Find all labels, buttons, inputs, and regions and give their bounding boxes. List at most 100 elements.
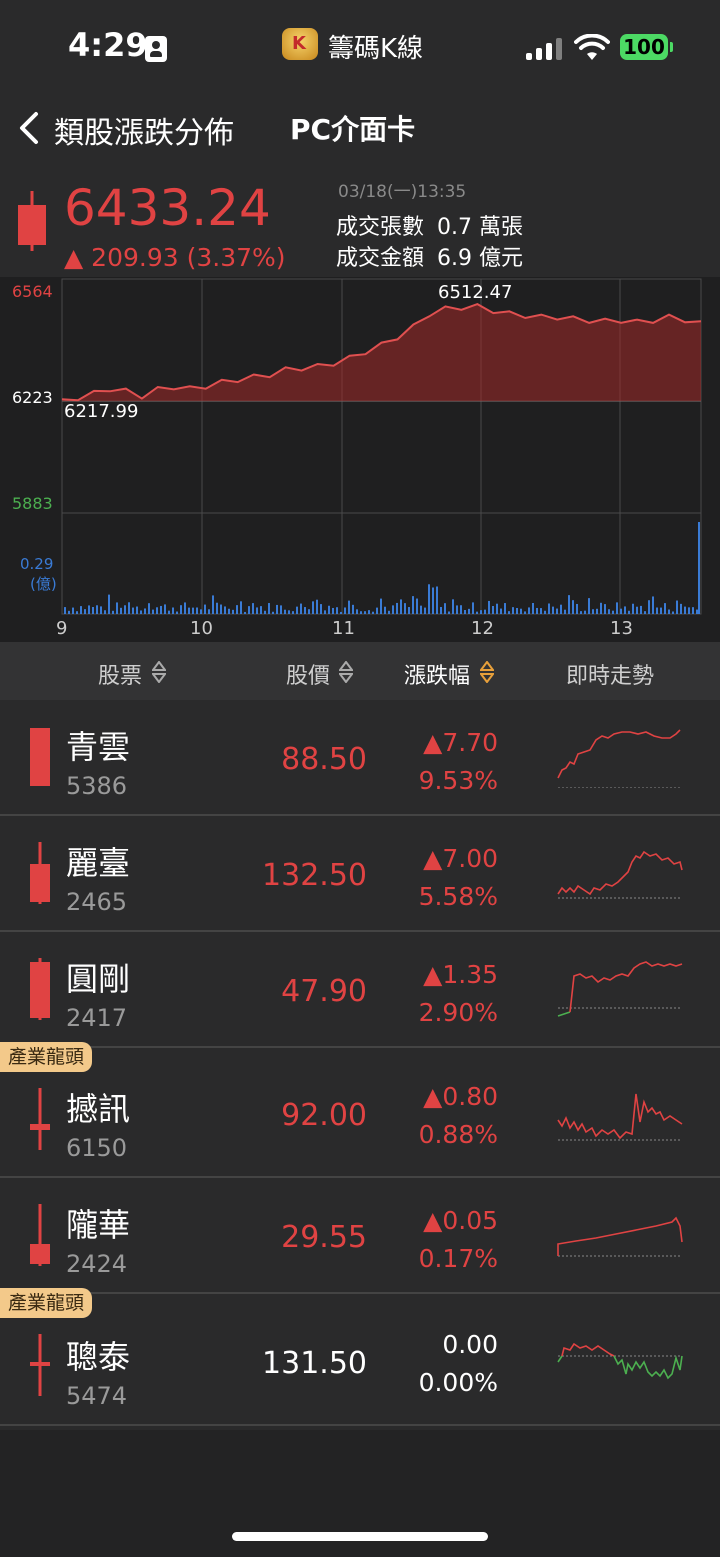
page-subtitle: PC介面卡 xyxy=(290,113,416,146)
stock-code: 2417 xyxy=(66,1004,128,1032)
app-name: 籌碼K線 xyxy=(328,34,424,64)
sort-active-icon[interactable] xyxy=(480,661,494,683)
amount-value: 6.9 億元 xyxy=(437,246,523,271)
stock-percent: 0.00% xyxy=(418,1368,498,1397)
x-tick-13: 13 xyxy=(610,618,633,639)
stock-percent: 2.90% xyxy=(418,998,498,1027)
stock-price: 88.50 xyxy=(281,742,367,777)
header-change[interactable]: 漲跌幅 xyxy=(404,658,470,690)
battery-tip xyxy=(670,42,673,52)
page-title[interactable]: 類股漲跌分佈 xyxy=(54,108,234,152)
volume-row: 成交張數 0.7 萬張 xyxy=(336,209,523,241)
sort-icon[interactable] xyxy=(152,661,166,683)
stock-name: 聰泰 xyxy=(66,1338,131,1376)
stock-name: 圓剛 xyxy=(66,960,131,998)
amount-row: 成交金額 6.9 億元 xyxy=(336,240,523,272)
x-tick-11: 11 xyxy=(332,618,355,639)
index-price: 6433.24 xyxy=(64,179,271,237)
volume-label: 成交張數 xyxy=(336,215,425,240)
stock-name: 撼訊 xyxy=(66,1090,131,1128)
status-time: 4:29 xyxy=(68,26,148,64)
sparkline xyxy=(557,850,683,899)
candle-icon xyxy=(30,1204,50,1266)
volume-tick: 0.29 xyxy=(20,555,53,573)
signal-icon xyxy=(526,38,562,60)
timestamp: 03/18(一)13:35 xyxy=(338,182,467,202)
candle-icon xyxy=(30,1088,50,1150)
sparkline xyxy=(557,1093,683,1141)
industry-leader-badge: 產業龍頭 xyxy=(0,1042,93,1072)
sort-icon[interactable] xyxy=(339,661,353,683)
stock-percent: 9.53% xyxy=(418,766,498,795)
amount-label: 成交金額 xyxy=(336,246,425,271)
status-bar: 4:29 K 籌碼K線 100 xyxy=(0,0,720,92)
header-trend: 即時走勢 xyxy=(566,664,655,689)
sparkline xyxy=(557,961,683,1017)
stock-code: 2424 xyxy=(66,1250,128,1278)
table-row[interactable]: 產業龍頭 聰泰 5474 131.50 0.00 0.00% xyxy=(0,1288,720,1426)
stock-code: 5386 xyxy=(66,772,128,800)
sparkline xyxy=(557,1216,683,1257)
candle-icon xyxy=(30,958,50,1020)
stock-code: 6150 xyxy=(66,1134,128,1162)
table-row[interactable]: 青雲 5386 88.50 ▲7.70 9.53% xyxy=(0,700,720,816)
candle-icon xyxy=(30,728,50,786)
x-tick-10: 10 xyxy=(190,618,213,639)
stock-name: 隴華 xyxy=(66,1206,131,1244)
app-logo-letter: K xyxy=(292,33,306,54)
bottom-area xyxy=(0,1430,720,1557)
candle-icon xyxy=(30,842,50,904)
stock-code: 2465 xyxy=(66,888,128,916)
intraday-chart-svg: 6564 6223 5883 0.29 (億) 6512.47 6217.99 … xyxy=(12,278,702,639)
stock-percent: 0.88% xyxy=(418,1120,498,1149)
wifi-icon xyxy=(574,34,610,60)
stock-change: ▲0.80 xyxy=(423,1082,498,1111)
candle-icon xyxy=(18,191,46,251)
table-row[interactable]: 麗臺 2465 132.50 ▲7.00 5.58% xyxy=(0,816,720,932)
table-row[interactable]: 圓剛 2417 47.90 ▲1.35 2.90% xyxy=(0,932,720,1048)
stock-percent: 5.58% xyxy=(418,882,498,911)
x-tick-9: 9 xyxy=(56,618,67,639)
app-logo-icon: K xyxy=(282,28,318,60)
table-row[interactable]: 隴華 2424 29.55 ▲0.05 0.17% xyxy=(0,1178,720,1294)
stock-name: 青雲 xyxy=(66,728,131,766)
index-change: ▲ 209.93 (3.37%) xyxy=(64,243,286,272)
stock-change: ▲7.70 xyxy=(423,728,498,757)
volume-bars xyxy=(64,522,700,614)
y-tick-high: 6564 xyxy=(12,282,53,301)
stock-price: 131.50 xyxy=(262,1346,367,1381)
index-summary: 6433.24 ▲ 209.93 (3.37%) 03/18(一)13:35 成… xyxy=(0,165,720,277)
header-stock[interactable]: 股票 xyxy=(98,658,142,690)
y-tick-low: 5883 xyxy=(12,494,53,513)
high-label: 6512.47 xyxy=(438,282,512,303)
low-label: 6217.99 xyxy=(64,401,138,422)
nav-bar: 類股漲跌分佈 PC介面卡 xyxy=(0,92,720,164)
volume-unit: (億) xyxy=(30,575,57,593)
stock-price: 92.00 xyxy=(281,1098,367,1133)
stock-name: 麗臺 xyxy=(66,844,131,882)
intraday-chart[interactable]: 6564 6223 5883 0.29 (億) 6512.47 6217.99 … xyxy=(0,277,720,642)
table-row[interactable]: 產業龍頭 撼訊 6150 92.00 ▲0.80 0.88% xyxy=(0,1042,720,1178)
stock-price: 29.55 xyxy=(281,1220,367,1255)
home-indicator[interactable] xyxy=(232,1532,488,1541)
id-card-icon xyxy=(145,36,167,62)
table-header: 股票 股價 漲跌幅 即時走勢 xyxy=(0,642,720,700)
stock-percent: 0.17% xyxy=(418,1244,498,1273)
stock-price: 47.90 xyxy=(281,974,367,1009)
stock-code: 5474 xyxy=(66,1382,128,1410)
stock-change: ▲0.05 xyxy=(423,1206,498,1235)
header-price[interactable]: 股價 xyxy=(286,658,330,690)
stock-price: 132.50 xyxy=(262,858,367,893)
candle-icon xyxy=(30,1334,50,1396)
back-chevron-icon[interactable] xyxy=(14,108,50,148)
stock-change: 0.00 xyxy=(442,1330,498,1359)
y-tick-ref: 6223 xyxy=(12,388,53,407)
battery-icon: 100 xyxy=(620,34,668,60)
sparkline xyxy=(557,1342,683,1380)
volume-value: 0.7 萬張 xyxy=(437,215,523,240)
stock-change: ▲1.35 xyxy=(423,960,498,989)
x-tick-12: 12 xyxy=(471,618,494,639)
stock-change: ▲7.00 xyxy=(423,844,498,873)
industry-leader-badge: 產業龍頭 xyxy=(0,1288,93,1318)
sparkline xyxy=(557,729,682,788)
